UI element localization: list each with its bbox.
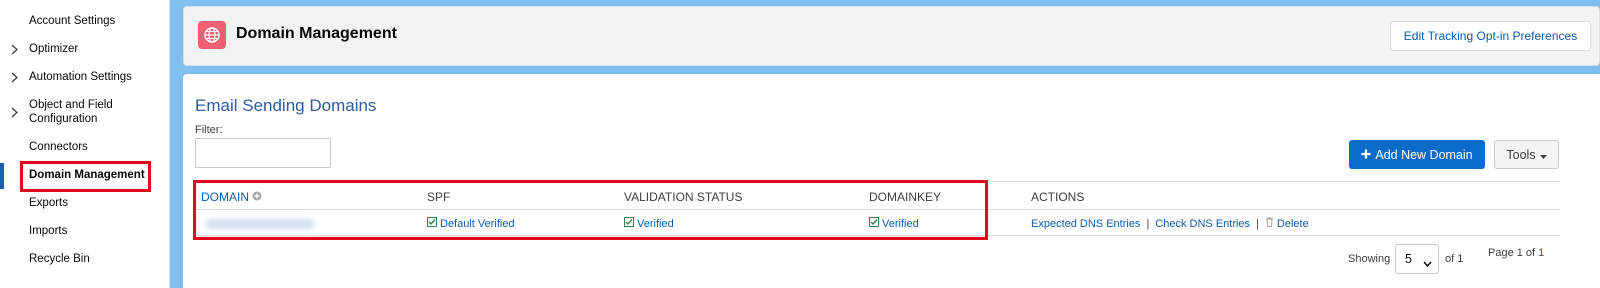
delete-link[interactable]: Delete — [1277, 218, 1309, 230]
globe-icon — [198, 21, 226, 49]
showing-label: Showing — [1348, 253, 1391, 265]
separator: | — [1256, 217, 1259, 230]
tools-dropdown-button[interactable]: Tools — [1494, 140, 1559, 169]
expected-dns-entries-link[interactable]: Expected DNS Entries — [1031, 218, 1140, 230]
sidebar-item-exports[interactable]: Exports — [0, 196, 170, 210]
sidebar-item-connectors[interactable]: Connectors — [0, 140, 170, 154]
row-actions: Expected DNS Entries | Check DNS Entries… — [1031, 217, 1309, 230]
filter-input[interactable] — [195, 138, 331, 168]
sidebar-item-object-field-configuration[interactable]: Object and Field Configuration — [0, 98, 170, 126]
section-title: Email Sending Domains — [195, 96, 377, 115]
chevron-right-icon — [11, 105, 21, 119]
caret-down-icon — [1539, 148, 1547, 162]
sidebar-item-account-settings[interactable]: Account Settings — [0, 14, 170, 28]
annotation-highlight-sidebar — [20, 161, 151, 192]
sidebar-item-label: Exports — [29, 197, 68, 209]
page-indicator: Page 1 of 1 — [1488, 247, 1544, 259]
separator: | — [1146, 217, 1150, 230]
add-new-domain-label: Add New Domain — [1375, 147, 1473, 162]
sidebar-item-label: Recycle Bin — [29, 253, 90, 265]
plus-icon — [1361, 148, 1371, 162]
column-header-actions: ACTIONS — [1031, 190, 1085, 204]
of-total-label: of 1 — [1445, 253, 1464, 265]
page-size-select[interactable]: 5 — [1395, 244, 1439, 274]
check-dns-entries-link[interactable]: Check DNS Entries — [1155, 218, 1250, 230]
edit-tracking-opt-in-button[interactable]: Edit Tracking Opt-in Preferences — [1390, 21, 1591, 51]
sidebar-item-label: Automation Settings — [29, 71, 132, 83]
sidebar-item-label: Imports — [29, 225, 68, 237]
sidebar-item-label: Account Settings — [29, 15, 116, 27]
total-pages-link[interactable]: 1 — [1538, 247, 1544, 259]
sidebar: Account Settings Optimizer Automation Se… — [0, 0, 170, 288]
page-size-value: 5 — [1405, 252, 1412, 266]
sidebar-item-label: Connectors — [29, 141, 88, 153]
sidebar-item-label: Object and Field Configuration — [29, 99, 113, 125]
sidebar-item-label: Optimizer — [29, 43, 79, 55]
chevron-right-icon — [11, 70, 21, 84]
page-label: Page 1 of — [1488, 247, 1536, 259]
sidebar-item-recycle-bin[interactable]: Recycle Bin — [0, 252, 170, 266]
add-new-domain-button[interactable]: Add New Domain — [1349, 140, 1485, 169]
sidebar-item-automation-settings[interactable]: Automation Settings — [0, 70, 170, 84]
filter-label: Filter: — [195, 124, 223, 136]
page-header: Domain Management Edit Tracking Opt-in P… — [183, 6, 1600, 66]
trash-icon — [1265, 217, 1274, 230]
tools-label: Tools — [1506, 147, 1536, 162]
page-title: Domain Management — [236, 25, 397, 42]
sidebar-item-imports[interactable]: Imports — [0, 224, 170, 238]
chevron-right-icon — [11, 42, 21, 56]
chevron-down-icon — [1423, 256, 1432, 270]
sidebar-item-optimizer[interactable]: Optimizer — [0, 42, 170, 56]
annotation-highlight-table — [193, 180, 988, 240]
